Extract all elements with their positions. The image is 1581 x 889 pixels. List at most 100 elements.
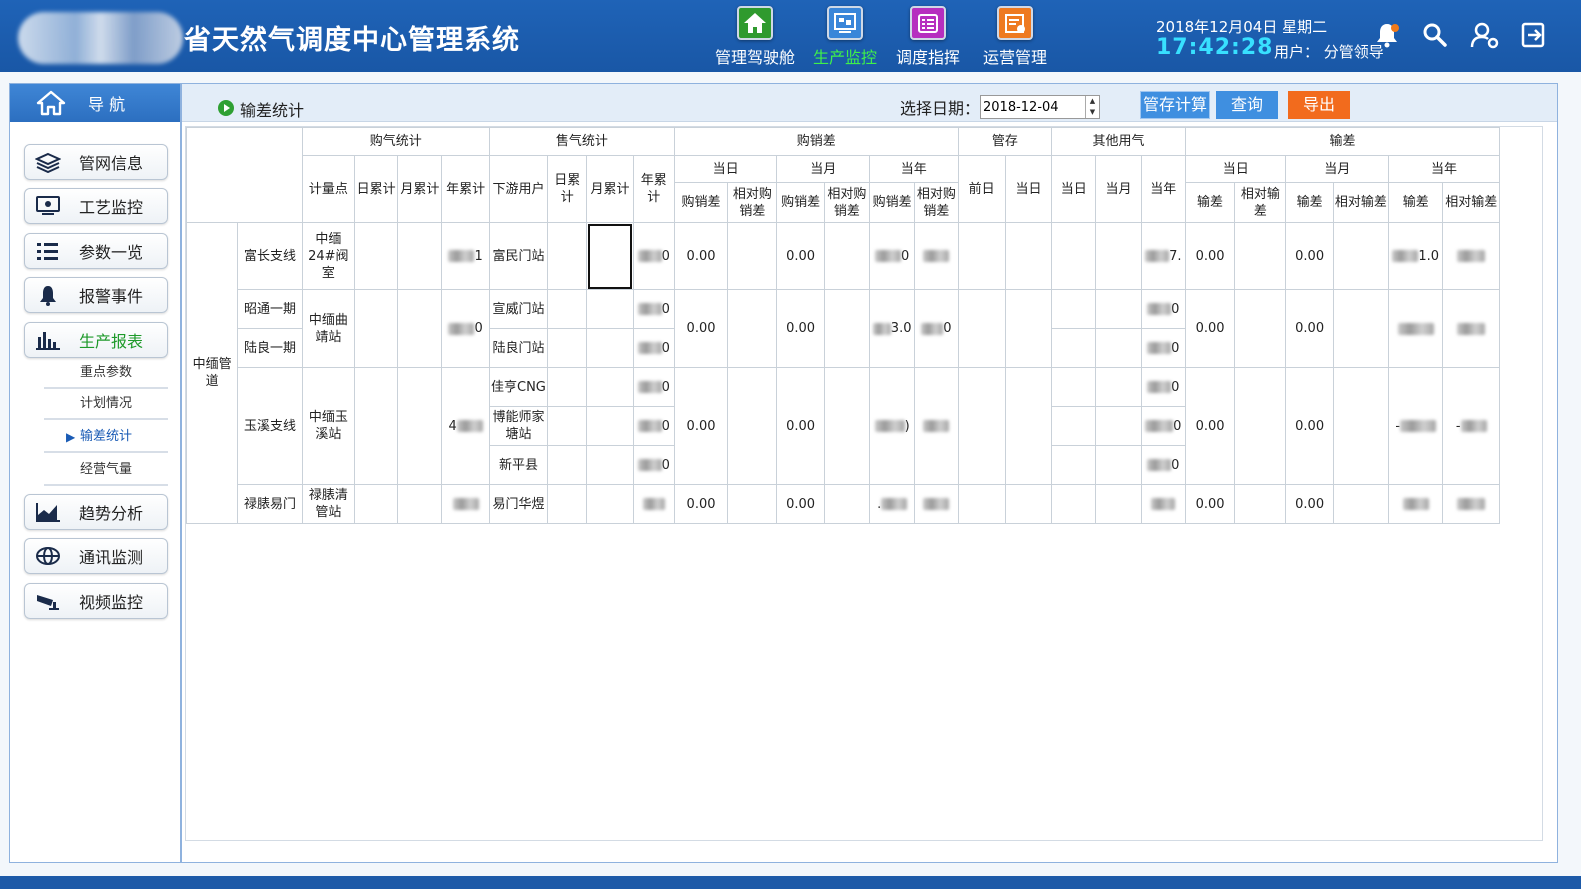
top-header: 省天然气调度中心管理系统 管理驾驶舱 生产监控 调度指挥 运营管理 2018年1… — [0, 0, 1581, 72]
sidebar-item-alarms[interactable]: 报警事件 — [24, 277, 168, 313]
date-label: 选择日期： — [900, 99, 981, 118]
date-input[interactable] — [980, 95, 1100, 119]
date-spinner[interactable]: ▲ ▼ — [1085, 96, 1099, 118]
data-cell — [727, 222, 778, 290]
sidebar-item-process-monitor[interactable]: 工艺监控 — [24, 188, 168, 224]
sidebar-item-production-report[interactable]: 生产报表 — [24, 322, 168, 358]
data-cell — [586, 484, 634, 524]
sidebar-item-trend[interactable]: 趋势分析 — [24, 494, 168, 530]
search-icon[interactable] — [1420, 20, 1450, 50]
submenu-label: 重点参数 — [79, 365, 132, 380]
loss-cell: 0.00 — [1184, 222, 1236, 290]
loss-cell: 0.00 — [1285, 222, 1334, 290]
redacted-cell: ) — [869, 367, 916, 485]
nav-cockpit[interactable]: 管理驾驶舱 — [710, 6, 800, 67]
sidebar-title: 导 航 — [88, 95, 126, 114]
nav-production-monitor[interactable]: 生产监控 — [800, 6, 890, 67]
redacted-fragment: 0 — [1173, 418, 1182, 434]
data-cell — [353, 222, 399, 290]
sidebar-item-comm[interactable]: 通讯监测 — [24, 538, 168, 574]
redacted-cell — [1140, 484, 1186, 524]
data-cell — [1004, 367, 1053, 485]
nav-operations[interactable]: 运营管理 — [970, 6, 1060, 67]
user-cell: 富民门站 — [488, 222, 549, 290]
redacted-fragment: 0 — [943, 321, 952, 336]
submenu-key-params[interactable]: 重点参数 — [44, 359, 168, 389]
calc-storage-button[interactable]: 管存计算 — [1140, 91, 1210, 119]
redacted-cell: 0 — [632, 406, 675, 446]
sidebar-header: 导 航 — [10, 84, 180, 122]
col-header: 相对购销差 — [727, 182, 778, 223]
submenu-plan[interactable]: 计划情况 — [44, 390, 168, 420]
redacted-cell: 0 — [1140, 406, 1186, 446]
redacted-fragment: 0 — [1171, 301, 1180, 317]
sidebar-item-network-info[interactable]: 管网信息 — [24, 144, 168, 180]
user-cell: 博能师家塘站 — [488, 406, 549, 446]
redacted-cell — [914, 484, 959, 524]
query-button[interactable]: 查询 — [1216, 91, 1278, 119]
list-icon — [35, 240, 61, 262]
pipeline-cell: 中缅管道 — [185, 222, 239, 524]
data-cell — [353, 289, 399, 368]
redacted-cell — [1442, 289, 1500, 368]
meter-point-cell: 中缅24#阀室 — [301, 222, 355, 290]
submenu-loss-stats[interactable]: ▶ 输差统计 — [44, 423, 168, 453]
col-header: 当日 — [1051, 155, 1097, 223]
loss-cell: 0.00 — [1285, 289, 1334, 368]
data-cell — [727, 289, 778, 368]
meter-point-cell: 中缅玉溪站 — [301, 367, 355, 485]
bell-icon[interactable] — [1372, 20, 1402, 50]
redacted-cell: 0 — [1140, 289, 1186, 329]
logout-icon[interactable] — [1519, 20, 1549, 50]
export-button[interactable]: 导出 — [1288, 91, 1350, 119]
sidebar-item-video[interactable]: 视频监控 — [24, 583, 168, 619]
submenu-gas-volume[interactable]: 经营气量 — [44, 456, 168, 486]
branch-cell: 玉溪支线 — [237, 367, 303, 485]
data-cell — [547, 367, 588, 407]
col-header: 月累计 — [397, 155, 443, 223]
redacted-cell: 0 — [632, 289, 675, 329]
redacted-cell: 0 — [632, 445, 675, 485]
layers-icon — [35, 151, 61, 173]
header-sell: 售气统计 — [488, 127, 675, 156]
selected-cell[interactable] — [586, 222, 634, 290]
nav-dispatch[interactable]: 调度指挥 — [883, 6, 973, 67]
data-cell — [1004, 289, 1053, 368]
header-other: 其他用气 — [1051, 127, 1186, 156]
data-cell — [957, 367, 1006, 485]
area-chart-icon — [35, 501, 61, 523]
data-cell — [1051, 484, 1097, 524]
loss-stats-table: 购气统计 售气统计 购销差 管存 其他用气 输差 计量点 日累计 月累计 年累计… — [185, 127, 1501, 524]
header-buy: 购气统计 — [301, 127, 490, 156]
redacted-cell — [632, 484, 675, 524]
redacted-fragment: 7. — [1169, 248, 1182, 264]
col-header: 输差 — [1388, 182, 1444, 223]
data-cell — [1234, 484, 1287, 524]
diff-cell: 0.00 — [776, 367, 825, 485]
data-cell — [397, 484, 443, 524]
app-title: 省天然气调度中心管理系统 — [184, 25, 520, 56]
data-cell — [547, 289, 588, 329]
data-cell — [957, 289, 1006, 368]
sidebar: 导 航 管网信息 工艺监控 参数一览 报警事件 生产报表 重点参数 计划情况 ▶… — [9, 83, 181, 863]
data-cell — [586, 445, 634, 485]
user-settings-icon[interactable] — [1469, 20, 1499, 50]
loss-cell: 0.00 — [1285, 484, 1334, 524]
home-icon — [737, 6, 773, 40]
loss-cell: 0.00 — [1285, 367, 1334, 485]
sidebar-item-label: 报警事件 — [79, 287, 144, 306]
data-cell — [1234, 367, 1287, 485]
redacted-fragment: 0 — [661, 248, 670, 264]
sidebar-item-parameters[interactable]: 参数一览 — [24, 233, 168, 269]
data-cell — [1004, 484, 1053, 524]
camera-icon — [35, 590, 61, 612]
col-header: 相对输差 — [1234, 182, 1287, 223]
redacted-cell: 7. — [1140, 222, 1186, 290]
submenu-label: 输差统计 — [79, 429, 132, 444]
period-header: 当年 — [1388, 155, 1500, 183]
data-cell — [1051, 406, 1097, 446]
redacted-fragment: 0 — [661, 301, 670, 317]
period-header: 当日 — [673, 155, 778, 183]
logo — [18, 12, 183, 64]
redacted-cell: 0 — [632, 328, 675, 368]
